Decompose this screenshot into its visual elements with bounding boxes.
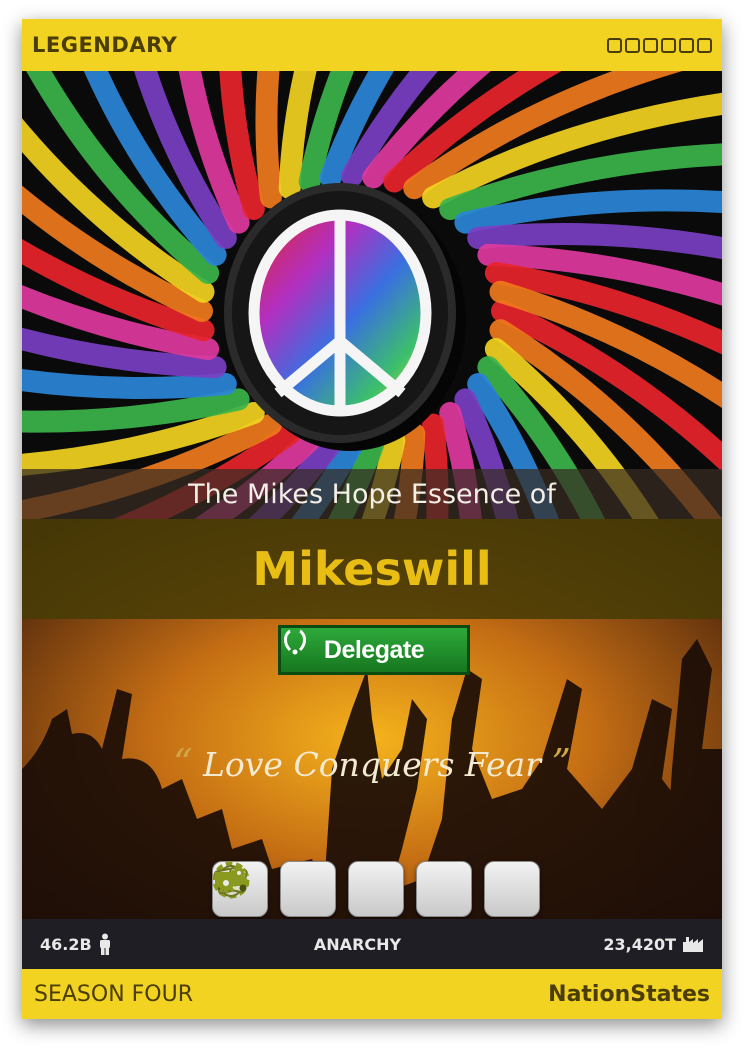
name-band: Mikeswill bbox=[22, 519, 722, 619]
factory-icon bbox=[683, 937, 703, 952]
action-icon-row bbox=[212, 861, 540, 917]
open-quote: “ bbox=[173, 741, 193, 785]
population-stat: 46.2B bbox=[40, 933, 112, 955]
close-quote: ” bbox=[551, 741, 571, 785]
delegate-label: Delegate bbox=[323, 635, 425, 664]
brand-label[interactable]: NationStates bbox=[548, 982, 710, 1007]
star-slot bbox=[607, 37, 622, 53]
motto: “ Love Conquers Fear ” bbox=[22, 741, 722, 785]
card-footer: SEASON FOUR NationStates bbox=[22, 969, 722, 1019]
government-stat: ANARCHY bbox=[313, 934, 402, 954]
easter-egg-icon[interactable] bbox=[218, 861, 336, 917]
delegate-badge[interactable]: Delegate bbox=[278, 625, 470, 675]
star-slot bbox=[661, 37, 676, 53]
pretitle-band: The Mikes Hope Essence of bbox=[22, 469, 722, 519]
trading-cards-icon[interactable] bbox=[214, 861, 404, 917]
economy-stat: 23,420T bbox=[603, 935, 704, 954]
star-slot bbox=[697, 37, 712, 53]
star-slot bbox=[643, 37, 658, 53]
gears-icon[interactable] bbox=[215, 861, 540, 917]
economy-value: 23,420T bbox=[603, 934, 676, 954]
season-label: SEASON FOUR bbox=[34, 981, 194, 1007]
stats-bar: 46.2B ANARCHY 23,420T bbox=[22, 919, 722, 969]
star-slot bbox=[679, 37, 694, 53]
laurel-icon bbox=[284, 629, 306, 655]
trading-card[interactable]: LEGENDARY The Mikes Hope Essence of Mike… bbox=[22, 19, 722, 1019]
truck-icon[interactable] bbox=[215, 861, 472, 917]
rarity-label: LEGENDARY bbox=[32, 33, 178, 57]
person-icon bbox=[99, 933, 110, 955]
star-slot bbox=[625, 37, 640, 53]
motto-text: Love Conquers Fear bbox=[203, 745, 541, 784]
flag-image bbox=[22, 71, 722, 521]
star-rating bbox=[607, 37, 712, 53]
card-body: Mikeswill Delegate “ Love Conquers Fear … bbox=[22, 519, 722, 919]
population-value: 46.2B bbox=[40, 934, 92, 954]
card-header: LEGENDARY bbox=[22, 19, 722, 71]
nation-flag[interactable] bbox=[22, 71, 722, 521]
nation-pretitle: The Mikes Hope Essence of bbox=[188, 478, 556, 510]
nation-name[interactable]: Mikeswill bbox=[252, 542, 491, 596]
